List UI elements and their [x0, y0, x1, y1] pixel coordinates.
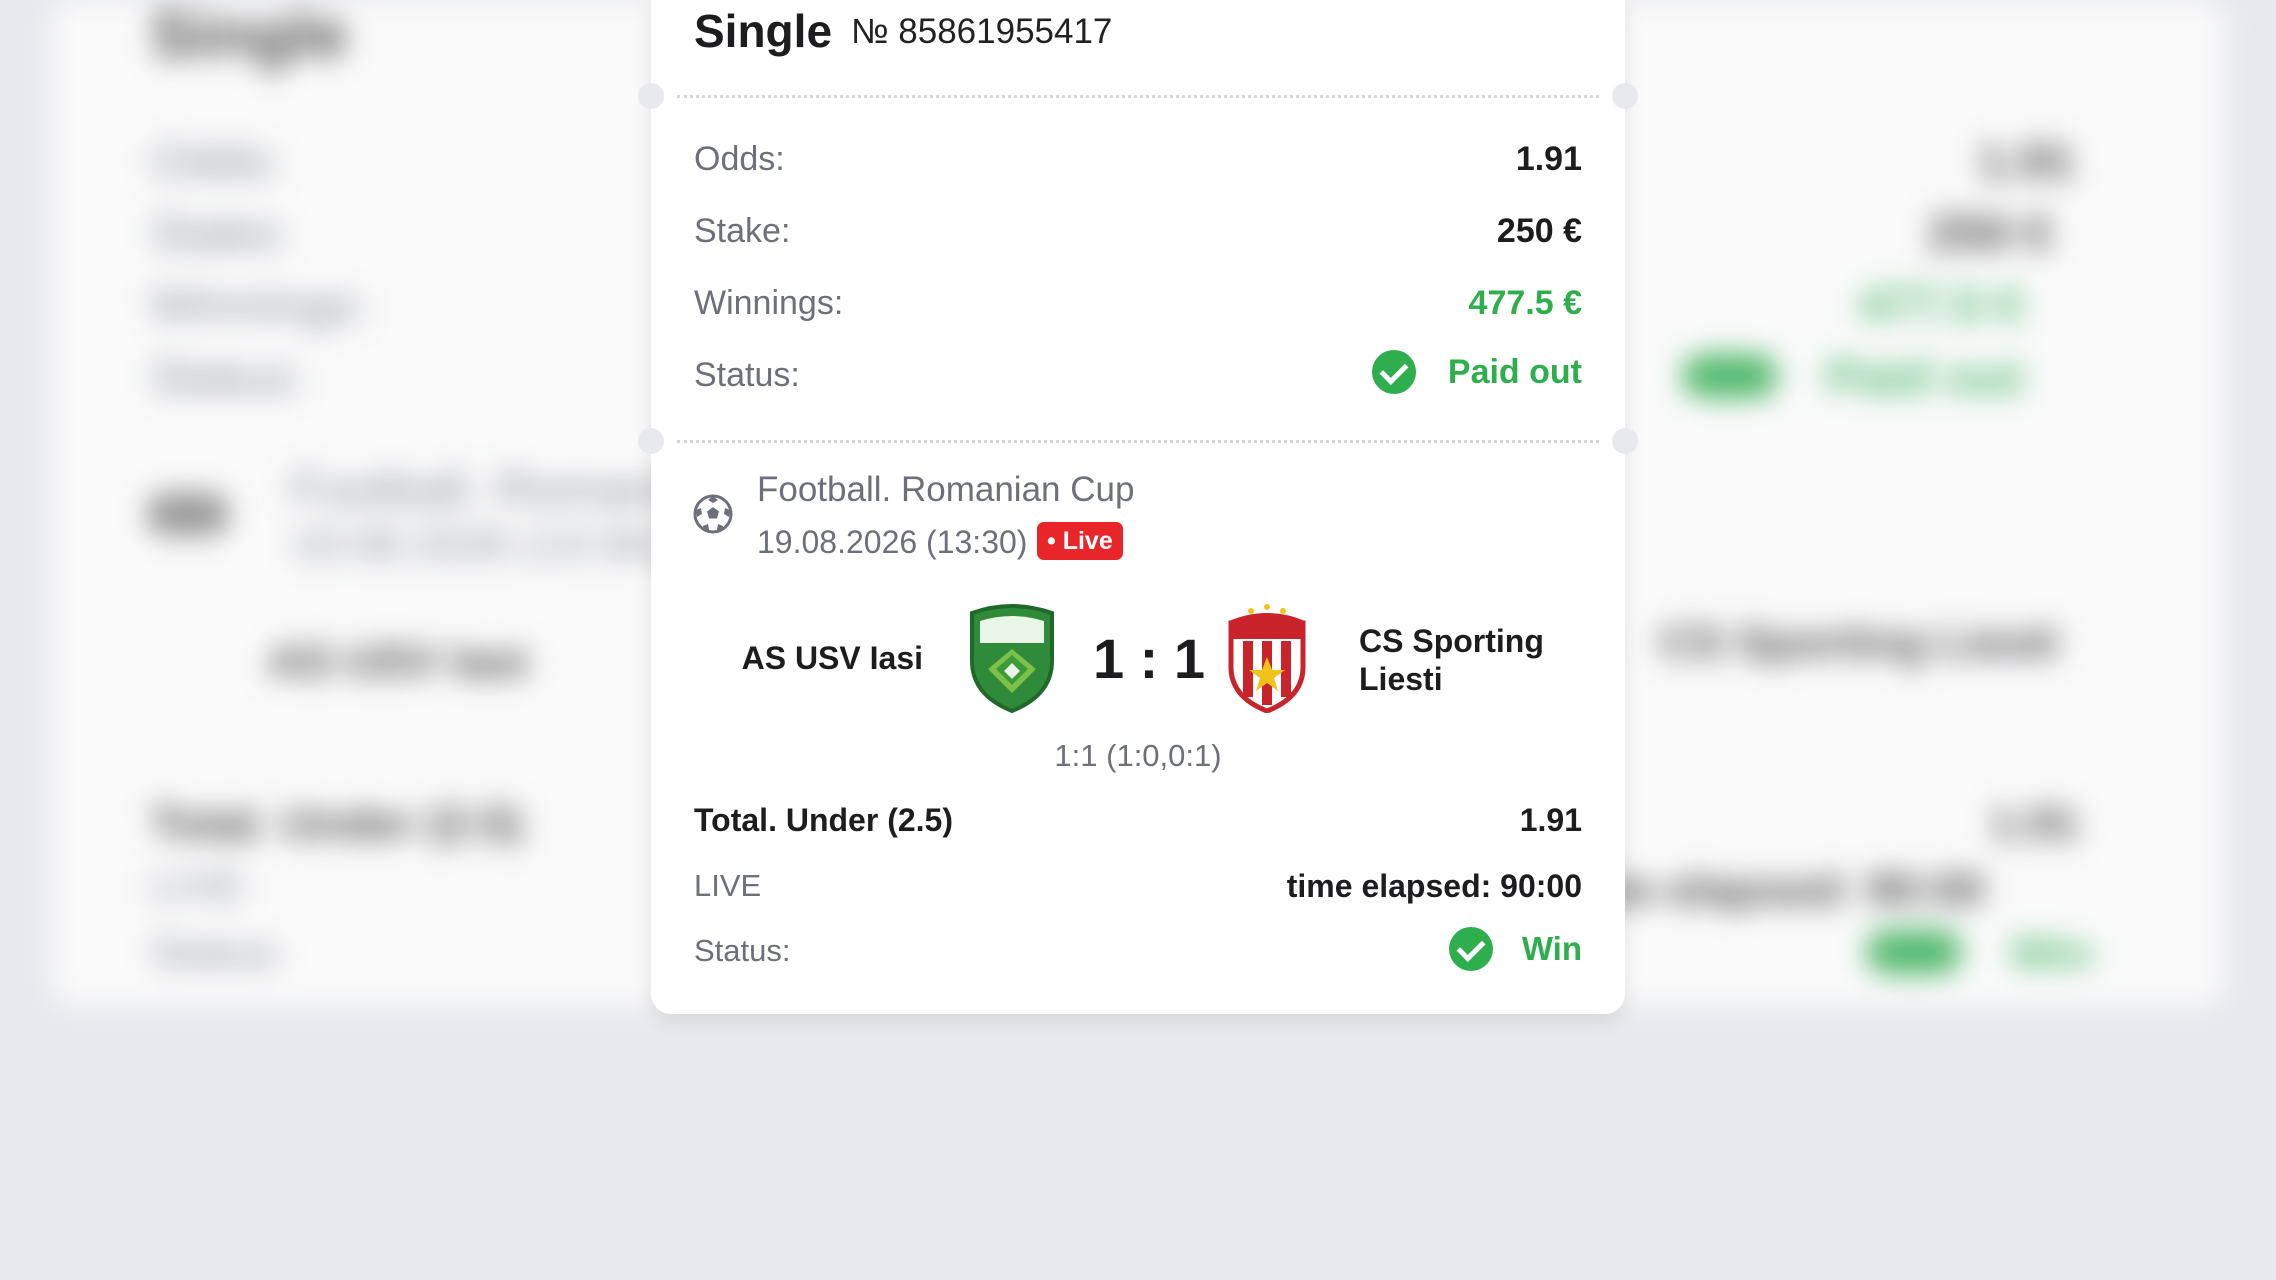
bet-status-label: Status: [694, 933, 791, 968]
divider-notch-left [638, 83, 664, 109]
time-elapsed: time elapsed: 90:00 [1286, 868, 1582, 904]
bg-winnings-value: 477.5 € [1858, 277, 2025, 333]
check-circle-icon [1372, 350, 1417, 394]
bg-odds-value: 1.91 [1978, 133, 2076, 189]
bg-bet-name: Total. Under (2.5) [150, 797, 523, 849]
divider-middle [677, 440, 1599, 443]
bg-win-pill [1866, 930, 1962, 974]
bg-bet-odds: 1.91 [1990, 797, 2080, 849]
bg-date: 19.08.2026 (13:30) [290, 520, 662, 569]
odds-label: Odds: [694, 140, 785, 178]
ticket-type-title: Single [694, 5, 833, 57]
event-date: 19.08.2026 (13:30) [757, 524, 1028, 560]
status-label: Status: [694, 356, 800, 394]
match-score: 1 : 1 [1092, 627, 1206, 690]
divider-notch-right [1612, 83, 1638, 109]
winnings-value: 477.5 € [1468, 284, 1582, 322]
bg-home-team: AS USV Iasi [268, 635, 529, 687]
bg-odds-label: Odds: [150, 133, 284, 189]
bg-status-value: Paid out [1826, 349, 2024, 405]
home-team-crest [970, 604, 1054, 713]
status-value: Paid out [1372, 350, 1582, 394]
bet-mode: LIVE [694, 868, 762, 903]
divider-top [677, 95, 1599, 98]
stake-label: Stake: [694, 212, 791, 250]
bet-status: Win [1448, 927, 1582, 971]
bet-market-name: Total. Under (2.5) [694, 802, 953, 838]
home-team-name: AS USV Iasi [741, 640, 923, 676]
away-team-crest [1228, 604, 1306, 713]
bg-status-label: Status: [150, 349, 306, 405]
divider-notch-left-2 [638, 428, 664, 454]
away-team-name: CS Sporting Liesti [1359, 623, 1544, 697]
status-text: Paid out [1447, 352, 1582, 391]
bg-winnings-label: Winnings: [150, 277, 370, 333]
bg-stake-value: 250 € [1928, 205, 2054, 261]
bg-ball [146, 492, 230, 536]
bg-live: LIVE [150, 862, 246, 911]
live-badge: • Live [1037, 522, 1123, 560]
check-circle-icon [1448, 927, 1493, 971]
winnings-label: Winnings: [694, 284, 844, 322]
divider-notch-right-2 [1612, 428, 1638, 454]
bg-stake-label: Stake: [150, 205, 292, 261]
bet-status-text: Win [1521, 930, 1582, 967]
bg-title: Single [150, 0, 349, 71]
bg-away-team: CS Sporting Liesti [1660, 616, 2059, 668]
football-icon [693, 494, 733, 534]
bg-win: Win [2010, 927, 2094, 979]
stake-value: 250 € [1496, 212, 1582, 250]
bet-ticket-card: Single № 85861955417 Odds: 1.91 Stake: 2… [638, 0, 1638, 1014]
odds-value: 1.91 [1515, 140, 1582, 178]
bg-bet-status-label: Status: [150, 928, 287, 977]
score-detail: 1:1 (1:0,0:1) [1054, 738, 1222, 773]
bet-odds: 1.91 [1519, 802, 1582, 838]
bg-check-pill [1682, 354, 1778, 398]
league-name: Football. Romanian Cup [757, 470, 1135, 509]
ticket-number: № 85861955417 [851, 12, 1113, 51]
